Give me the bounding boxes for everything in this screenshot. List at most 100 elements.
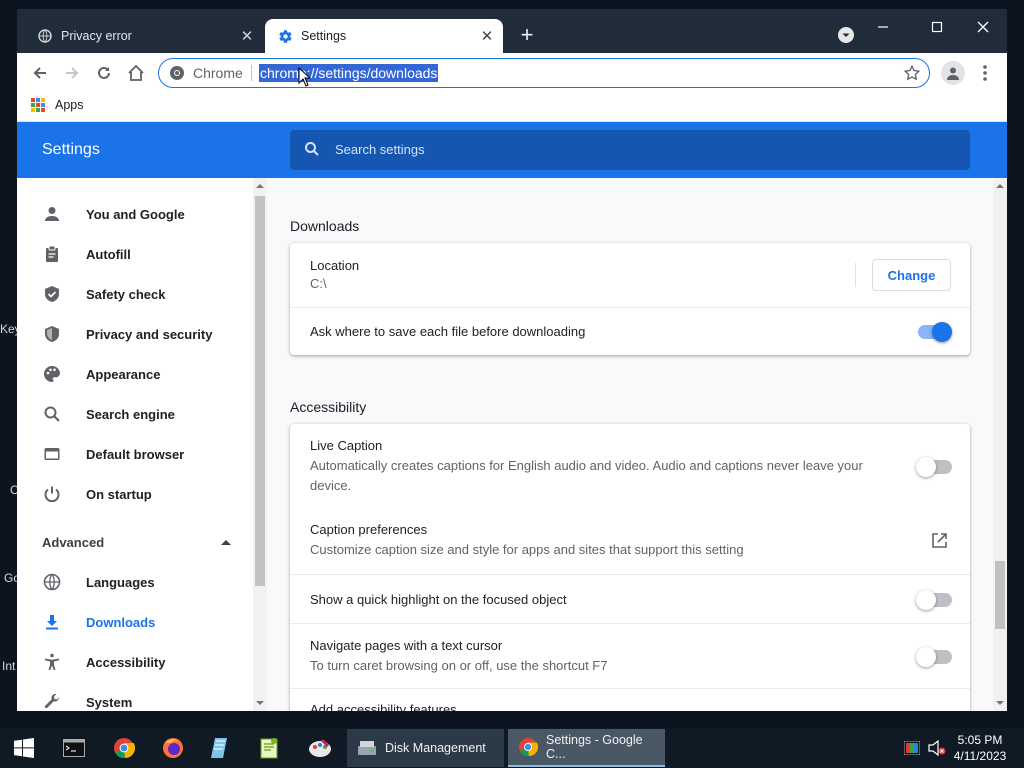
close-tab-icon[interactable]: ✕ — [479, 28, 495, 45]
notepad-icon[interactable] — [201, 728, 241, 768]
sidebar-item-downloads[interactable]: Downloads — [17, 602, 253, 642]
minimize-icon[interactable] — [865, 15, 901, 39]
advanced-section-header[interactable]: Advanced — [42, 535, 104, 550]
live-caption-description: Automatically creates captions for Engli… — [310, 458, 863, 493]
maximize-icon[interactable] — [919, 15, 955, 39]
paint-app-icon[interactable] — [300, 728, 340, 768]
sidebar-item-autofill[interactable]: Autofill — [17, 234, 253, 274]
sidebar-item-privacy-and-security[interactable]: Privacy and security — [17, 314, 253, 354]
live-caption-label: Live Caption — [310, 438, 383, 453]
new-tab-button[interactable]: + — [515, 22, 539, 47]
browser-window: Privacy error ✕ Settings ✕ + Chrome chro… — [17, 9, 1007, 711]
shield-check-icon — [42, 284, 62, 304]
change-location-button[interactable]: Change — [872, 259, 951, 291]
focus-highlight-toggle[interactable] — [916, 590, 952, 610]
tab-settings[interactable]: Settings ✕ — [265, 19, 503, 53]
browser-icon — [42, 444, 62, 464]
sidebar-item-accessibility[interactable]: Accessibility — [17, 642, 253, 682]
terminal-icon[interactable] — [54, 728, 94, 768]
globe-icon — [37, 28, 53, 44]
bookmark-star-icon[interactable] — [903, 64, 921, 82]
sidebar-item-on-startup[interactable]: On startup — [17, 474, 253, 514]
color-picker-tray-icon[interactable] — [902, 728, 922, 768]
back-arrow-icon[interactable] — [28, 61, 52, 85]
sidebar-item-default-browser[interactable]: Default browser — [17, 434, 253, 474]
download-icon — [42, 612, 62, 632]
sidebar-item-you-and-google[interactable]: You and Google — [17, 194, 253, 234]
settings-header: Settings Search settings — [17, 122, 1007, 178]
settings-gear-icon — [277, 28, 293, 44]
chrome-icon[interactable] — [104, 728, 144, 768]
caret-browsing-description: To turn caret browsing on or off, use th… — [310, 658, 608, 673]
caption-preferences-row[interactable]: Caption preferences Customize caption si… — [290, 508, 970, 574]
system-clock[interactable]: 5:05 PM 4/11/2023 — [950, 732, 1010, 764]
omnibox-separator — [251, 65, 252, 81]
caret-browsing-row[interactable]: Navigate pages with a text cursor To tur… — [290, 623, 970, 688]
firefox-icon[interactable] — [153, 728, 193, 768]
mouse-cursor-icon — [298, 66, 312, 92]
accessibility-card: Live Caption Automatically creates capti… — [290, 424, 970, 711]
url-text[interactable]: chrome://settings/downloads — [259, 64, 439, 82]
sidebar-item-label: On startup — [86, 486, 152, 502]
scroll-down-arrow-icon[interactable] — [996, 701, 1004, 705]
sidebar-item-system[interactable]: System — [17, 682, 253, 711]
sidebar-item-appearance[interactable]: Appearance — [17, 354, 253, 394]
notepadplusplus-icon[interactable] — [249, 728, 289, 768]
open-in-new-icon[interactable] — [930, 532, 948, 550]
focus-highlight-row[interactable]: Show a quick highlight on the focused ob… — [290, 574, 970, 623]
palette-icon — [42, 364, 62, 384]
scroll-up-arrow-icon[interactable] — [996, 184, 1004, 188]
content-scrollbar[interactable] — [993, 178, 1007, 711]
location-label: Location — [310, 258, 360, 273]
live-caption-row[interactable]: Live Caption Automatically creates capti… — [290, 424, 970, 508]
location-row: Location C:\ Change — [290, 243, 970, 307]
bookmarks-bar: Apps — [17, 93, 1007, 122]
title-bar: Privacy error ✕ Settings ✕ + — [17, 9, 1007, 53]
caption-preferences-label: Caption preferences — [310, 522, 428, 537]
caret-browsing-toggle[interactable] — [916, 647, 952, 667]
scrollbar-thumb[interactable] — [995, 561, 1005, 629]
add-accessibility-features-row[interactable]: Add accessibility features — [290, 688, 970, 711]
close-tab-icon[interactable]: ✕ — [239, 28, 255, 45]
divider — [855, 263, 856, 287]
scroll-up-arrow-icon[interactable] — [256, 184, 264, 188]
omnibox-chip: Chrome — [193, 65, 243, 81]
address-bar[interactable]: Chrome chrome://settings/downloads — [158, 58, 930, 88]
forward-arrow-icon[interactable] — [60, 61, 84, 85]
volume-muted-icon[interactable] — [926, 728, 948, 768]
sidebar-scrollbar[interactable] — [253, 178, 267, 711]
close-window-icon[interactable] — [965, 15, 1001, 39]
focus-highlight-label: Show a quick highlight on the focused ob… — [310, 592, 567, 607]
settings-sidebar: You and Google Autofill Safety check Pri… — [17, 178, 253, 711]
search-settings-input[interactable]: Search settings — [290, 130, 970, 170]
sidebar-item-safety-check[interactable]: Safety check — [17, 274, 253, 314]
scrollbar-thumb[interactable] — [255, 196, 265, 586]
collapse-caret-icon[interactable] — [221, 540, 231, 545]
sidebar-item-label: Privacy and security — [86, 326, 213, 342]
search-icon — [42, 404, 62, 424]
apps-shortcut[interactable]: Apps — [31, 98, 84, 112]
taskbar-window-chrome-settings[interactable]: Settings - Google C... — [508, 729, 665, 767]
tab-search-icon[interactable] — [837, 26, 855, 44]
accessibility-section-title: Accessibility — [290, 399, 367, 415]
caption-preferences-description: Customize caption size and style for app… — [310, 542, 744, 557]
windows-start-icon[interactable] — [4, 728, 44, 768]
live-caption-toggle[interactable] — [916, 457, 952, 477]
add-features-label: Add accessibility features — [310, 702, 457, 711]
scroll-down-arrow-icon[interactable] — [256, 701, 264, 705]
page-title: Settings — [42, 141, 100, 158]
profile-avatar-icon[interactable] — [941, 61, 965, 85]
sidebar-item-label: You and Google — [86, 206, 185, 222]
home-icon[interactable] — [124, 61, 148, 85]
reload-icon[interactable] — [92, 61, 116, 85]
tab-privacy-error[interactable]: Privacy error ✕ — [25, 19, 263, 53]
sidebar-item-search-engine[interactable]: Search engine — [17, 394, 253, 434]
downloads-card: Location C:\ Change Ask where to save ea… — [290, 243, 970, 355]
downloads-section-title: Downloads — [290, 218, 360, 234]
ask-where-row[interactable]: Ask where to save each file before downl… — [290, 307, 970, 355]
ask-where-toggle[interactable] — [918, 322, 952, 342]
kebab-menu-icon[interactable] — [975, 61, 995, 85]
sidebar-item-label: Appearance — [86, 366, 161, 382]
taskbar-window-disk-management[interactable]: Disk Management — [347, 729, 504, 767]
sidebar-item-languages[interactable]: Languages — [17, 562, 253, 602]
